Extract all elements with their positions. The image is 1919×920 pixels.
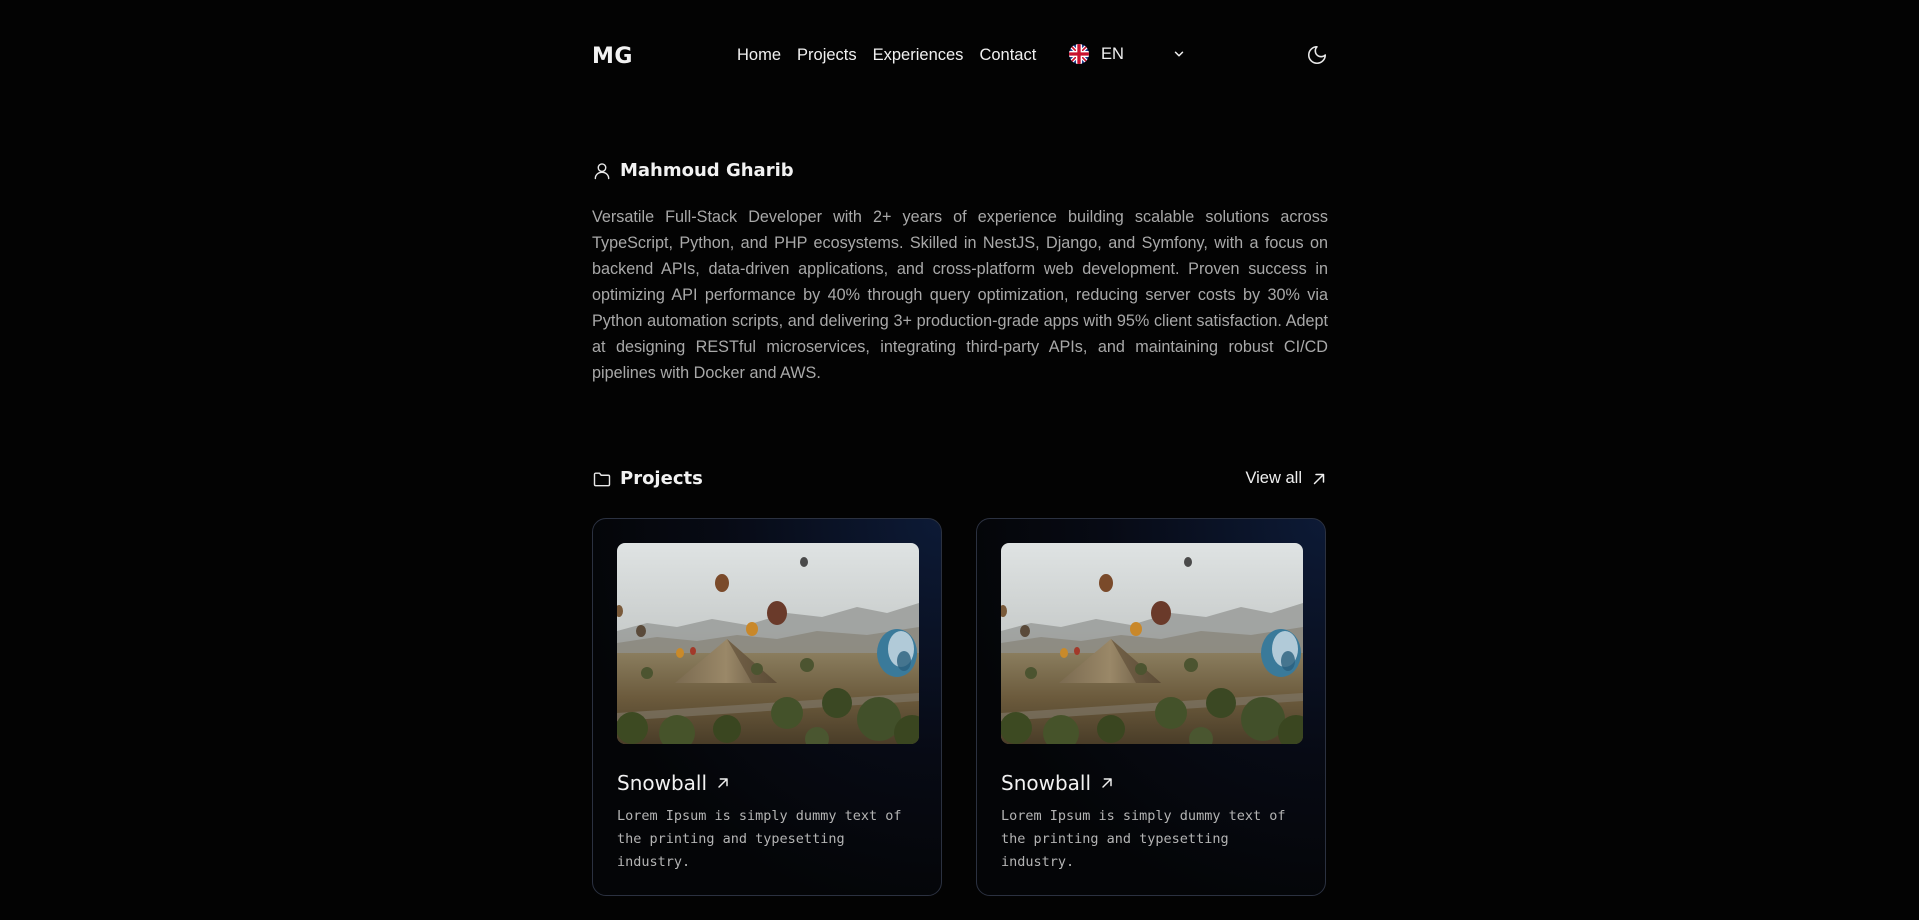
view-all-link[interactable]: View all (1245, 469, 1328, 488)
language-label: EN (1101, 44, 1124, 63)
profile-bio: Versatile Full-Stack Developer with 2+ y… (592, 208, 1328, 382)
arrow-up-right-icon (718, 778, 728, 788)
arrow-up-right-icon (1102, 778, 1112, 788)
main-nav: Home Projects Experiences Contact (737, 46, 1036, 65)
site-header: MG Home Projects Experiences Contact EN (592, 36, 1328, 76)
project-description: Lorem Ipsum is simply dummy text of the … (617, 808, 902, 870)
page: MG Home Projects Experiences Contact EN … (0, 0, 1919, 920)
projects-header: Projects View all (592, 466, 1328, 494)
project-thumbnail (617, 543, 919, 744)
nav-link-contact[interactable]: Contact (979, 46, 1036, 65)
projects-heading: Projects (592, 468, 703, 489)
uk-flag-icon (1069, 44, 1089, 64)
moon-icon[interactable] (1306, 44, 1328, 66)
project-title-row: Snowball (617, 771, 731, 795)
project-card[interactable]: Snowball Lorem Ipsum is simply dummy tex… (592, 518, 942, 896)
project-thumbnail (1001, 543, 1303, 744)
folder-icon (593, 471, 611, 486)
nav-link-projects[interactable]: Projects (797, 46, 857, 65)
projects-title: Projects (620, 468, 703, 489)
chevron-down-icon (1174, 51, 1184, 57)
project-description: Lorem Ipsum is simply dummy text of the … (1001, 808, 1286, 870)
nav-link-experiences[interactable]: Experiences (873, 46, 964, 65)
user-icon (594, 162, 610, 179)
view-all-label: View all (1245, 469, 1302, 487)
language-select[interactable]: EN (1069, 40, 1189, 68)
nav-link-home[interactable]: Home (737, 46, 781, 65)
logo[interactable]: MG (592, 44, 633, 69)
profile-name: Mahmoud Gharib (620, 160, 794, 181)
project-card[interactable]: Snowball Lorem Ipsum is simply dummy tex… (976, 518, 1326, 896)
project-title: Snowball (1001, 771, 1092, 795)
arrow-up-right-icon (1313, 473, 1325, 484)
project-title-row: Snowball (1001, 771, 1115, 795)
about-heading: Mahmoud Gharib (592, 160, 794, 181)
project-title: Snowball (617, 771, 708, 795)
